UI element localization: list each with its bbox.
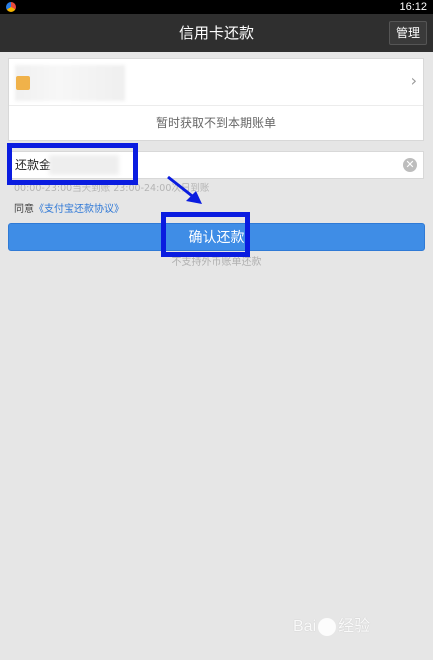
page-title: 信用卡还款 (178, 24, 254, 42)
agree-prefix: 同意 (14, 204, 34, 215)
card-info-blurred (15, 65, 125, 101)
baidu-watermark: Bai 经验 (293, 612, 413, 642)
divider (9, 105, 423, 106)
watermark-text-left: Bai (293, 618, 317, 635)
clear-icon[interactable]: ✕ (403, 158, 417, 172)
chevron-right-icon[interactable]: › (411, 71, 417, 90)
bank-logo-icon (16, 76, 30, 90)
app-notification-icon (6, 2, 16, 12)
annotation-arrow-icon (167, 175, 202, 204)
annotation-box-confirm (161, 212, 250, 257)
agreement-row: 同意《支付宝还款协议》 (14, 203, 124, 217)
bill-status-text: 暂时获取不到本期账单 (155, 116, 276, 130)
status-time: 16:12 (399, 1, 427, 13)
credit-card-selector[interactable]: › 暂时获取不到本期账单 (8, 58, 424, 141)
agreement-link[interactable]: 《支付宝还款协议》 (34, 204, 124, 215)
annotation-box-amount (7, 143, 138, 185)
manage-button[interactable]: 管理 (388, 21, 427, 45)
foreign-currency-note: 不支持外币账单还款 (171, 257, 262, 268)
app-bar: 信用卡还款 管理 (0, 14, 433, 52)
baidu-paw-icon (318, 617, 337, 636)
status-bar: 16:12 (0, 0, 433, 14)
watermark-text-right: 经验 (338, 618, 371, 635)
